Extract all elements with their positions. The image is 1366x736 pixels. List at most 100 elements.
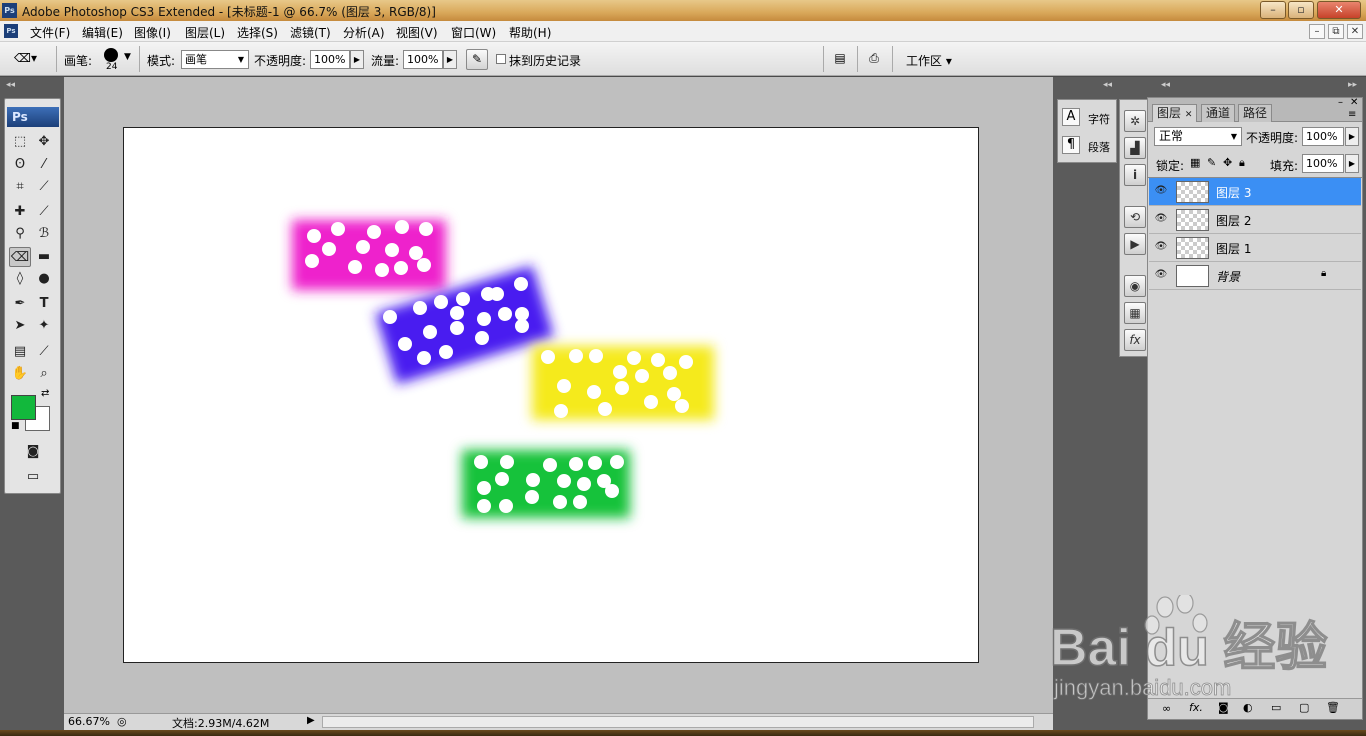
screen-mode-icon[interactable]: ▭ xyxy=(15,467,51,487)
minimize-button[interactable]: – xyxy=(1260,1,1286,19)
eraser-tool-preset-icon[interactable]: ⌫▾ xyxy=(14,49,37,70)
menu-select[interactable]: 选择(S) xyxy=(237,24,278,41)
mode-select[interactable]: 画笔 ▼ xyxy=(181,50,249,69)
layer-row-3[interactable]: 👁︎ 图层 3 xyxy=(1149,178,1361,206)
pen-tool-icon[interactable]: ✒ xyxy=(9,294,31,314)
paragraph-panel-label[interactable]: 段落 xyxy=(1088,139,1110,155)
menu-file[interactable]: 文件(F) xyxy=(30,24,70,41)
tab-channels[interactable]: 通道 xyxy=(1201,104,1236,122)
brush-tool-icon[interactable]: ⟋ xyxy=(33,202,55,222)
tab-layers[interactable]: 图层 ✕ xyxy=(1152,104,1198,122)
flow-slider-arrow-icon[interactable]: ▶ xyxy=(443,50,457,69)
close-tab-icon[interactable]: ✕ xyxy=(1185,110,1193,120)
ps-menu-icon[interactable]: Ps xyxy=(4,24,18,38)
menu-analysis[interactable]: 分析(A) xyxy=(343,24,385,41)
swap-colors-icon[interactable]: ⇄ xyxy=(41,388,49,399)
eyedropper-tool-icon[interactable]: ⟋ xyxy=(33,342,55,362)
status-info-icon[interactable]: ◎ xyxy=(117,715,127,728)
doc-close-button[interactable]: ✕ xyxy=(1347,24,1363,39)
collapse-dock2-icon[interactable]: ◂◂ xyxy=(1161,80,1170,90)
document-canvas[interactable] xyxy=(123,127,979,663)
menu-window[interactable]: 窗口(W) xyxy=(451,24,496,41)
airbrush-toggle-icon[interactable]: ✎ xyxy=(466,49,488,70)
erase-to-history-checkbox[interactable] xyxy=(496,54,506,64)
blend-mode-select[interactable]: 正常 ▼ xyxy=(1154,127,1242,146)
eraser-tool-icon[interactable]: ⌫ xyxy=(9,247,31,267)
layer-row-2[interactable]: 👁︎ 图层 2 xyxy=(1149,206,1361,234)
healing-brush-tool-icon[interactable]: ✚ xyxy=(9,202,31,222)
layer-opacity-arrow-icon[interactable]: ▶ xyxy=(1345,127,1359,146)
crop-tool-icon[interactable]: ⌗ xyxy=(9,177,31,197)
histogram-icon[interactable]: ▟ xyxy=(1124,137,1146,159)
panel-minimize-icon[interactable]: – xyxy=(1338,97,1343,108)
panel-menu-icon[interactable]: ≡ xyxy=(1348,109,1356,120)
doc-minimize-button[interactable]: – xyxy=(1309,24,1325,39)
menu-edit[interactable]: 编辑(E) xyxy=(82,24,123,41)
maximize-button[interactable]: ▫ xyxy=(1288,1,1314,19)
gradient-tool-icon[interactable]: ▬ xyxy=(33,247,55,267)
bridge-icon[interactable]: ⎙ xyxy=(863,49,885,70)
actions-icon[interactable]: ▶ xyxy=(1124,233,1146,255)
brush-preview-icon[interactable] xyxy=(104,48,118,62)
brush-dropdown-arrow-icon[interactable]: ▼ xyxy=(124,52,131,62)
visibility-eye-icon[interactable]: 👁︎ xyxy=(1154,240,1168,254)
lock-pixels-icon[interactable]: ✎ xyxy=(1207,156,1216,169)
palette-well-icon[interactable]: ▤ xyxy=(829,49,851,70)
paragraph-panel-icon[interactable]: ¶ xyxy=(1062,136,1080,154)
panel-close-icon[interactable]: ✕ xyxy=(1350,97,1358,108)
hand-tool-icon[interactable]: ✋ xyxy=(9,364,31,384)
character-panel-icon[interactable]: A xyxy=(1062,108,1080,126)
notes-tool-icon[interactable]: ▤ xyxy=(9,342,31,362)
magic-wand-tool-icon[interactable]: ⁄ xyxy=(33,155,55,175)
navigator-icon[interactable]: ✲ xyxy=(1124,110,1146,132)
workspace-menu-button[interactable]: 工作区 ▾ xyxy=(906,52,952,69)
layer-row-1[interactable]: 👁︎ 图层 1 xyxy=(1149,234,1361,262)
foreground-color-swatch[interactable] xyxy=(11,395,36,420)
info-icon[interactable]: i xyxy=(1124,164,1146,186)
move-tool-icon[interactable]: ✥ xyxy=(33,132,55,152)
layer-row-background[interactable]: 👁︎ 背景 🔒︎ xyxy=(1149,262,1361,290)
collapse-toolbox-icon[interactable]: ◂◂ xyxy=(6,80,15,90)
visibility-eye-icon[interactable]: 👁︎ xyxy=(1154,212,1168,226)
collapse-dock-icon[interactable]: ◂◂ xyxy=(1103,80,1112,90)
dodge-tool-icon[interactable]: ● xyxy=(33,269,55,289)
history-brush-tool-icon[interactable]: ℬ xyxy=(33,224,55,244)
quick-mask-icon[interactable]: ◙ xyxy=(20,442,46,462)
lasso-tool-icon[interactable]: ʘ xyxy=(9,155,31,175)
path-selection-tool-icon[interactable]: ➤ xyxy=(9,316,31,336)
menu-filter[interactable]: 滤镜(T) xyxy=(290,24,331,41)
styles-fx-icon[interactable]: fx xyxy=(1124,329,1146,351)
flow-input[interactable]: 100% xyxy=(403,50,443,69)
history-icon[interactable]: ⟲ xyxy=(1124,206,1146,228)
visibility-eye-icon[interactable]: 👁︎ xyxy=(1154,268,1168,282)
horizontal-scrollbar[interactable] xyxy=(322,716,1034,728)
fill-arrow-icon[interactable]: ▶ xyxy=(1345,154,1359,173)
fill-input[interactable]: 100% xyxy=(1302,154,1344,173)
zoom-level[interactable]: 66.67% xyxy=(68,715,110,728)
menu-help[interactable]: 帮助(H) xyxy=(509,24,551,41)
menu-layer[interactable]: 图层(L) xyxy=(185,24,225,41)
close-button[interactable]: ✕ xyxy=(1317,1,1361,19)
color-palette-icon[interactable]: ◉ xyxy=(1124,275,1146,297)
lock-position-icon[interactable]: ✥ xyxy=(1223,156,1232,169)
status-menu-arrow-icon[interactable]: ▶ xyxy=(307,715,315,726)
layer-opacity-input[interactable]: 100% xyxy=(1302,127,1344,146)
shape-tool-icon[interactable]: ✦ xyxy=(33,316,55,336)
default-colors-icon[interactable]: ■ xyxy=(11,421,20,431)
type-tool-icon[interactable]: T xyxy=(33,294,55,314)
lock-all-icon[interactable]: 🔒︎ xyxy=(1239,156,1245,170)
menu-image[interactable]: 图像(I) xyxy=(134,24,171,41)
collapse-dock3-icon[interactable]: ▸▸ xyxy=(1348,80,1357,90)
slice-tool-icon[interactable]: ⟋ xyxy=(33,177,55,197)
opacity-slider-arrow-icon[interactable]: ▶ xyxy=(350,50,364,69)
blur-tool-icon[interactable]: ◊ xyxy=(9,269,31,289)
tab-paths[interactable]: 路径 xyxy=(1238,104,1273,122)
opacity-input[interactable]: 100% xyxy=(310,50,350,69)
swatches-icon[interactable]: ▦ xyxy=(1124,302,1146,324)
clone-stamp-tool-icon[interactable]: ⚲ xyxy=(9,224,31,244)
lock-transparency-icon[interactable]: ▦ xyxy=(1190,156,1200,169)
visibility-eye-icon[interactable]: 👁︎ xyxy=(1154,184,1168,198)
doc-restore-button[interactable]: ⧉ xyxy=(1328,24,1344,39)
zoom-tool-icon[interactable]: ⌕ xyxy=(33,364,55,384)
character-panel-label[interactable]: 字符 xyxy=(1088,111,1110,127)
